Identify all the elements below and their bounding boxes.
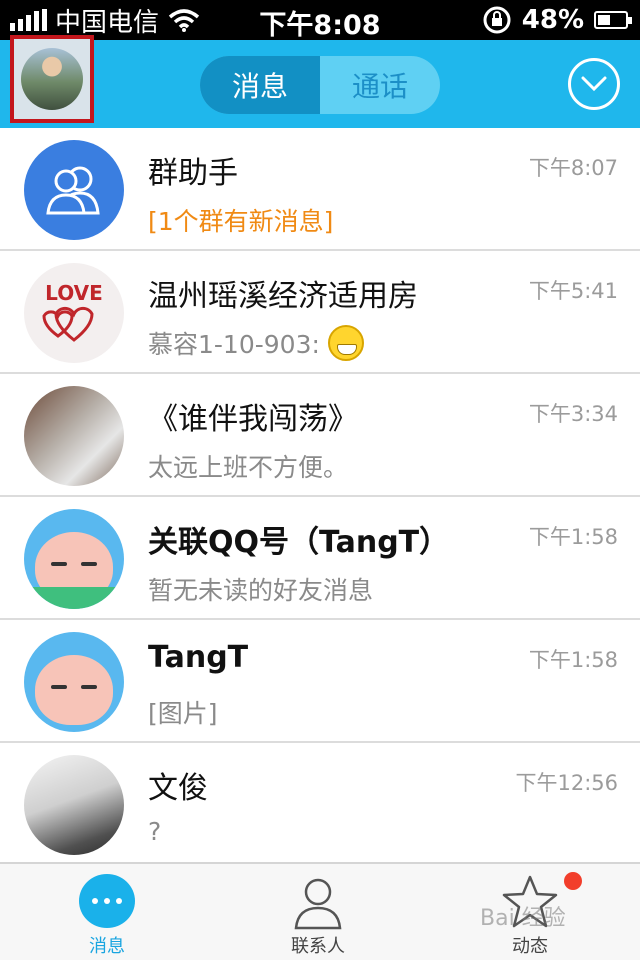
- battery-percent: 48%: [521, 5, 584, 35]
- status-right: 48%: [482, 4, 632, 36]
- conversation-preview: 太远上班不方便。: [148, 453, 349, 482]
- watermark: Bai 经验: [480, 906, 566, 931]
- avatar: [21, 48, 83, 110]
- rotation-lock-icon: [483, 6, 511, 34]
- contacts-icon: [290, 874, 346, 934]
- group-avatar-icon: [24, 140, 124, 240]
- conversation-list: 群助手 [1个群有新消息] 下午8:07 LOVE 温州瑶溪经济适用房 慕容1-…: [0, 128, 640, 856]
- conversation-time: 下午8:07: [528, 156, 618, 180]
- cartoon-girl-avatar: [24, 632, 124, 732]
- conversation-preview: [1个群有新消息]: [148, 207, 334, 236]
- conversation-time: 下午3:34: [528, 402, 618, 426]
- svg-text:LOVE: LOVE: [45, 281, 103, 305]
- tab-messages-bottom[interactable]: 消息: [37, 864, 177, 962]
- tab-contacts[interactable]: 联系人: [248, 864, 388, 962]
- battery-icon: [594, 11, 632, 29]
- conversation-time: 下午1:58: [528, 648, 618, 672]
- tab-messages[interactable]: 消息: [200, 56, 320, 114]
- preview-text: 慕容1-10-903:: [148, 330, 320, 359]
- conversation-time: 下午12:56: [515, 771, 618, 795]
- segment-control: 消息 通话: [200, 56, 440, 114]
- conversation-time: 下午5:41: [528, 279, 618, 303]
- conversation-name: 群助手: [148, 156, 238, 191]
- tab-label: 消息: [89, 936, 125, 957]
- cartoon-girl-avatar: [24, 509, 124, 609]
- love-hearts-avatar: LOVE: [24, 263, 124, 363]
- conversation-name: 关联QQ号（TangT）: [148, 525, 450, 560]
- message-bubble-icon: [79, 874, 135, 928]
- tab-label: 联系人: [291, 936, 345, 957]
- conversation-name: 温州瑶溪经济适用房: [148, 279, 418, 314]
- list-item[interactable]: 群助手 [1个群有新消息] 下午8:07: [0, 128, 640, 251]
- list-item[interactable]: 《谁伴我闯荡》 太远上班不方便。 下午3:34: [0, 374, 640, 497]
- conversation-name: 文俊: [148, 771, 208, 806]
- list-item[interactable]: TangT [图片] 下午1:58: [0, 620, 640, 743]
- dropdown-button[interactable]: [568, 58, 620, 110]
- conversation-preview: 慕容1-10-903:: [148, 325, 364, 361]
- black-white-photo-avatar: [24, 755, 124, 855]
- status-bar: 中国电信 下午8:08 48%: [0, 0, 640, 41]
- tab-calls[interactable]: 通话: [320, 56, 440, 114]
- grin-emoji-icon: [327, 325, 364, 361]
- conversation-name: TangT: [148, 640, 249, 675]
- list-item[interactable]: 文俊 ? 下午12:56: [0, 743, 640, 856]
- tab-label: 动态: [512, 936, 548, 957]
- conversation-preview: 暂无未读的好友消息: [148, 576, 374, 605]
- conversation-time: 下午1:58: [528, 525, 618, 549]
- my-profile-avatar[interactable]: [10, 35, 94, 123]
- conversation-preview: ?: [148, 817, 162, 846]
- chevron-down-icon: [581, 76, 607, 92]
- top-header: 消息 通话: [0, 35, 640, 128]
- conversation-preview: [图片]: [148, 699, 218, 728]
- list-item[interactable]: LOVE 温州瑶溪经济适用房 慕容1-10-903: 下午5:41: [0, 251, 640, 374]
- guitar-player-avatar: [24, 386, 124, 486]
- conversation-name: 《谁伴我闯荡》: [148, 402, 358, 437]
- notification-badge: [564, 872, 582, 890]
- list-item[interactable]: 关联QQ号（TangT） 暂无未读的好友消息 下午1:58: [0, 497, 640, 620]
